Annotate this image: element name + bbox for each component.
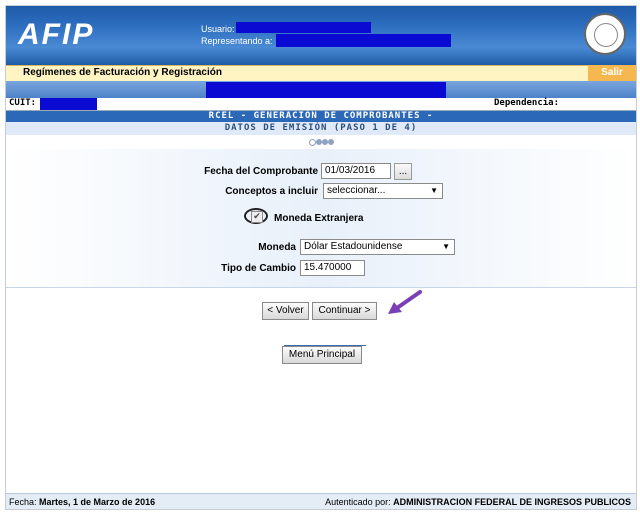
dropdown-arrow-icon: ▼	[442, 242, 450, 251]
moneda-extranjera-checkbox[interactable]: ✔	[251, 211, 263, 223]
moneda-value: Dólar Estadounidense	[304, 241, 403, 252]
footer: Fecha: Martes, 1 de Marzo de 2016 Autent…	[6, 493, 636, 509]
dropdown-arrow-icon: ▼	[430, 186, 438, 195]
afip-logo: AFIP	[18, 18, 95, 51]
step-dot-4	[327, 139, 334, 146]
step-indicator	[6, 136, 636, 148]
step-dot-1	[308, 138, 316, 146]
section-subtitle: DATOS DE EMISIÓN (PASO 1 DE 4)	[6, 122, 636, 135]
continuar-button[interactable]: Continuar >	[312, 302, 377, 320]
info-bar	[6, 81, 636, 99]
menu-title: Regímenes de Facturación y Registración	[23, 67, 222, 78]
annotation-arrow-icon	[388, 290, 422, 314]
conceptos-select[interactable]: seleccionar... ▼	[323, 183, 443, 199]
menu-bar: Regímenes de Facturación y Registración …	[6, 65, 636, 82]
afip-seal-logo	[584, 13, 626, 55]
cuit-bar: CUIT: Dependencia:	[6, 98, 636, 111]
footer-auth-value: ADMINISTRACION FEDERAL DE INGRESOS PUBLI…	[393, 497, 631, 507]
footer-auth: Autenticado por: ADMINISTRACION FEDERAL …	[325, 494, 631, 509]
salir-link[interactable]: Salir	[588, 65, 636, 81]
step-dot-2	[315, 139, 322, 146]
fecha-label: Fecha del Comprobante	[204, 166, 318, 177]
usuario-redacted	[236, 22, 371, 33]
conceptos-value: seleccionar...	[327, 185, 386, 196]
footer-fecha-label: Fecha:	[9, 497, 37, 507]
menu-principal-button[interactable]: Menú Principal	[282, 346, 362, 364]
step-dot-3	[321, 139, 328, 146]
cuit-redacted	[40, 98, 97, 110]
contribuyente-redacted	[206, 82, 446, 99]
cuit-label: CUIT:	[9, 98, 37, 108]
header: AFIP Usuario: Representando a:	[6, 6, 636, 65]
dependencia-label: Dependencia:	[494, 98, 560, 108]
calendar-button[interactable]: ...	[394, 163, 412, 180]
fecha-input[interactable]: 01/03/2016	[321, 163, 391, 179]
footer-fecha-value: Martes, 1 de Marzo de 2016	[39, 497, 156, 507]
representando-label: Representando a:	[201, 36, 273, 46]
tipo-cambio-label: Tipo de Cambio	[221, 263, 296, 274]
section-title: RCEL - GENERACIÓN DE COMPROBANTES -	[6, 111, 636, 122]
moneda-extranjera-label: Moneda Extranjera	[274, 213, 364, 224]
moneda-label: Moneda	[258, 242, 296, 253]
footer-auth-label: Autenticado por:	[325, 497, 391, 507]
footer-fecha: Fecha: Martes, 1 de Marzo de 2016	[9, 494, 156, 509]
representando-redacted	[276, 34, 451, 47]
conceptos-label: Conceptos a incluir	[225, 186, 318, 197]
volver-button[interactable]: < Volver	[262, 302, 309, 320]
tipo-cambio-input[interactable]: 15.470000	[300, 260, 365, 276]
app-window: AFIP Usuario: Representando a: Regímenes…	[5, 5, 637, 510]
moneda-select[interactable]: Dólar Estadounidense ▼	[300, 239, 455, 255]
